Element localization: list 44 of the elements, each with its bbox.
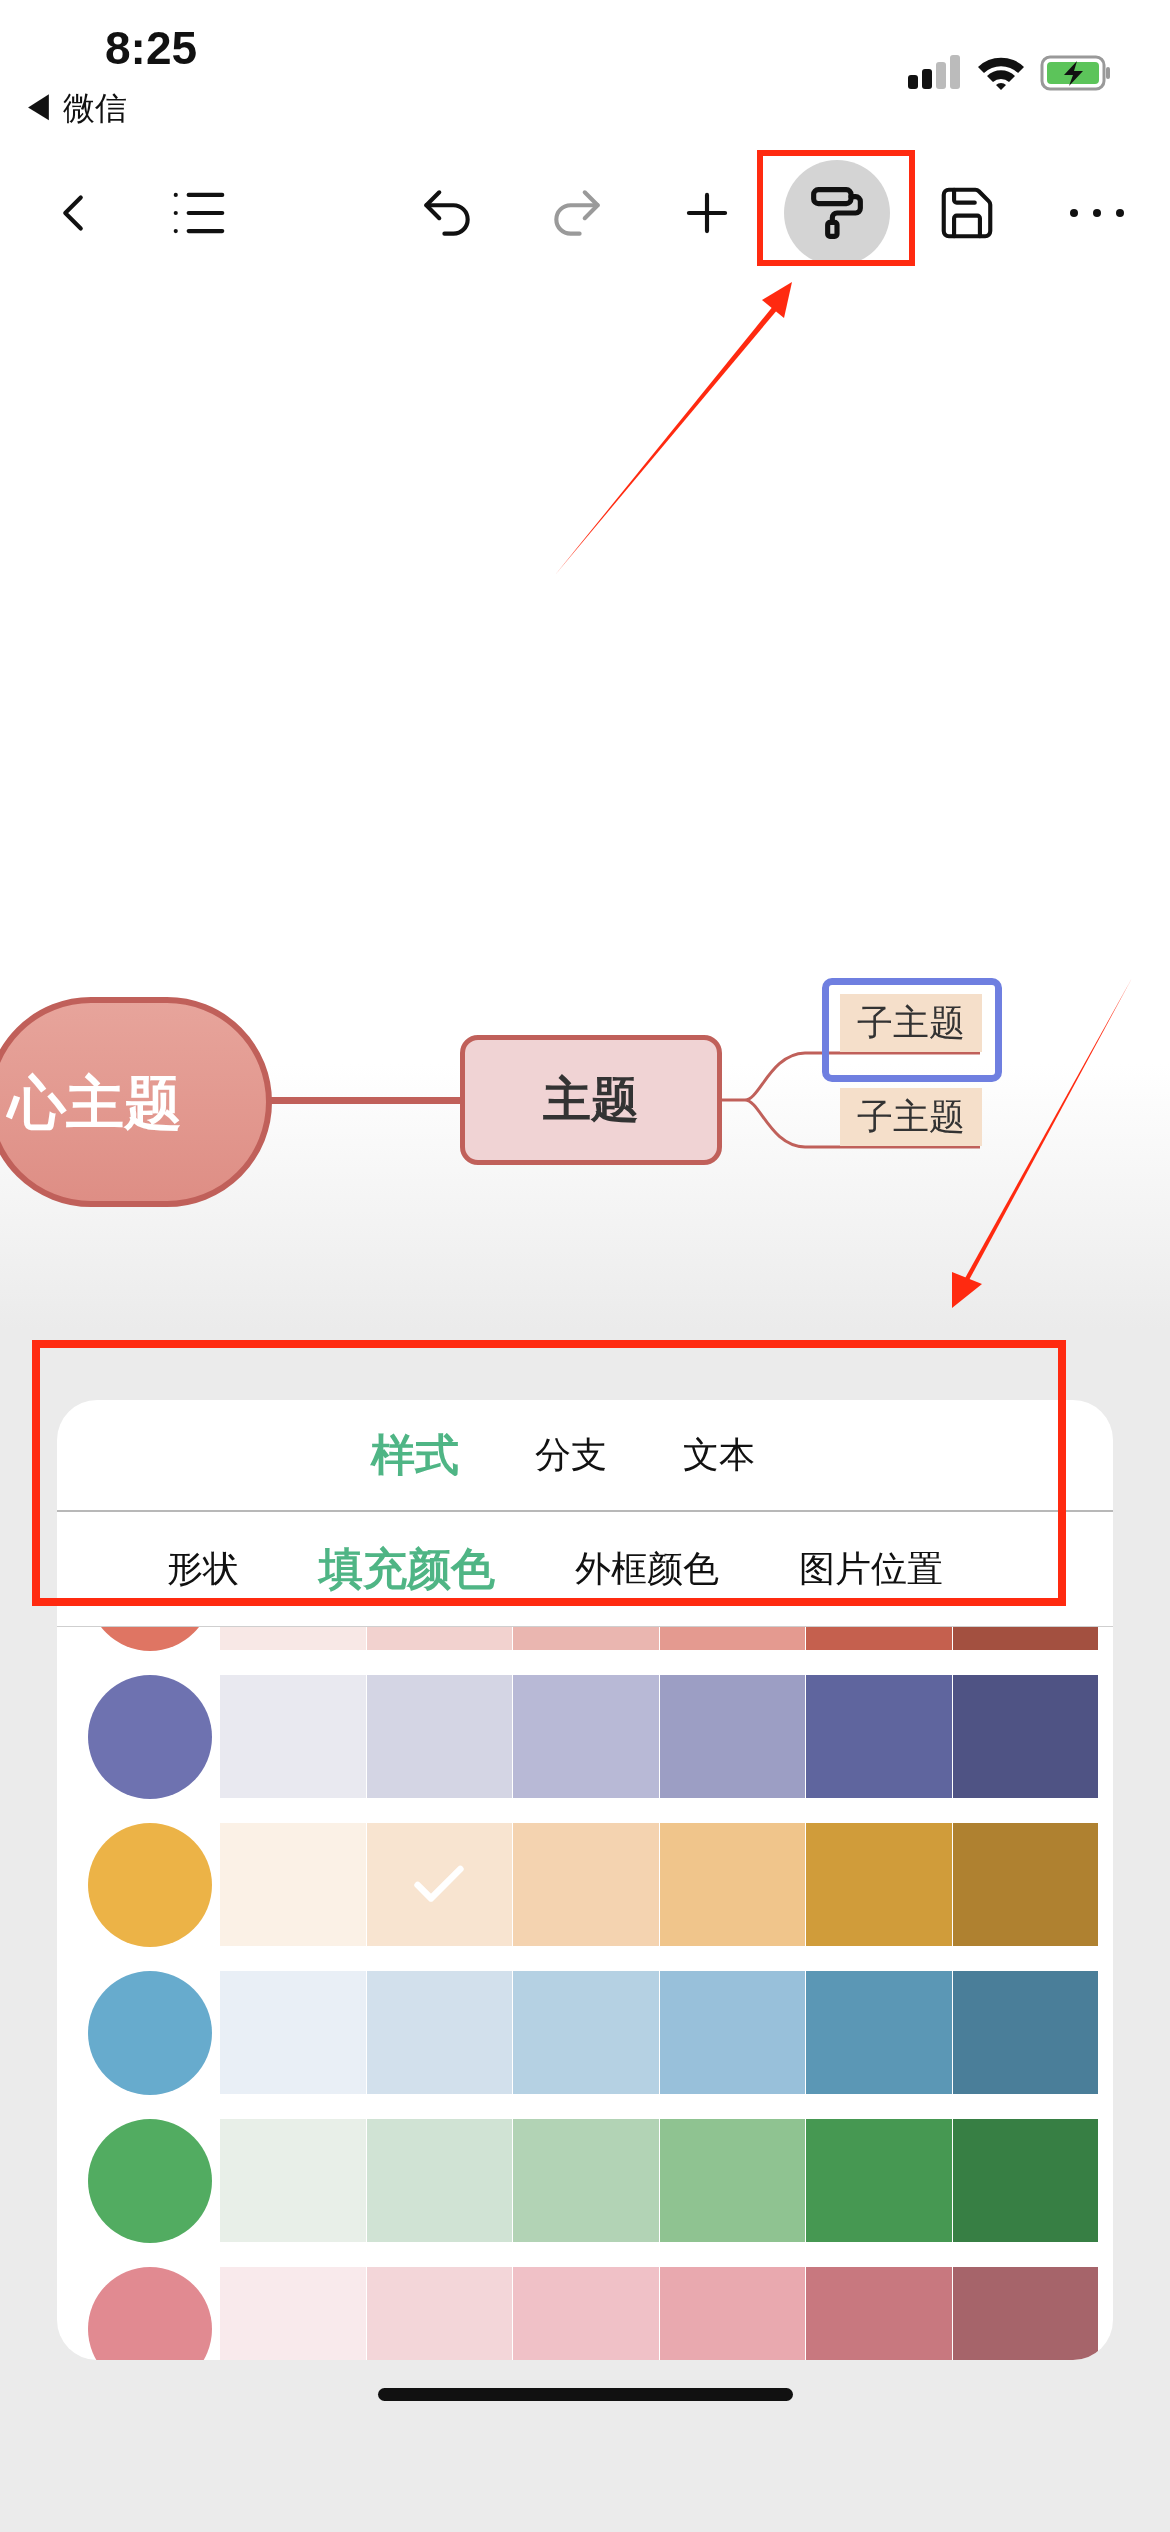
color-swatch[interactable]	[513, 1823, 659, 1946]
color-swatch[interactable]	[659, 1823, 805, 1946]
color-swatch[interactable]	[806, 1675, 952, 1798]
color-swatch[interactable]	[220, 1823, 366, 1946]
color-swatch[interactable]	[806, 1971, 952, 2094]
panel-tab[interactable]: 文本	[683, 1428, 755, 1482]
color-swatch[interactable]	[952, 1675, 1098, 1798]
color-swatch[interactable]	[952, 2267, 1098, 2360]
color-swatch[interactable]	[220, 1971, 366, 2094]
color-swatch[interactable]	[366, 1823, 512, 1946]
color-swatch[interactable]	[220, 2119, 366, 2242]
paint-roller-icon	[809, 185, 865, 241]
color-swatch[interactable]	[659, 1971, 805, 2094]
color-swatch[interactable]	[659, 1675, 805, 1798]
panel-subtab[interactable]: 外框颜色	[575, 1542, 719, 1596]
color-swatch[interactable]	[513, 1971, 659, 2094]
color-swatch[interactable]	[806, 2119, 952, 2242]
color-swatch[interactable]	[366, 1675, 512, 1798]
color-swatch[interactable]	[659, 2267, 805, 2360]
panel-subtab[interactable]: 形状	[167, 1542, 239, 1596]
color-swatch[interactable]	[366, 1971, 512, 2094]
back-to-app-link[interactable]: ◀ 微信	[22, 92, 127, 124]
signal-icon	[908, 55, 962, 91]
color-swatch[interactable]	[952, 2119, 1098, 2242]
color-swatch[interactable]	[513, 2119, 659, 2242]
status-time: 8:25	[105, 25, 198, 71]
panel-subtab[interactable]: 图片位置	[799, 1542, 943, 1596]
color-swatch[interactable]	[806, 1823, 952, 1946]
color-swatch[interactable]	[952, 1971, 1098, 2094]
color-swatch[interactable]	[220, 1675, 366, 1798]
wifi-icon	[976, 55, 1026, 91]
more-icon	[1069, 208, 1125, 218]
panel-tab[interactable]: 分支	[535, 1428, 607, 1482]
color-swatch[interactable]	[366, 2119, 512, 2242]
color-swatch[interactable]	[952, 1823, 1098, 1946]
battery-icon	[1040, 55, 1112, 91]
color-swatch[interactable]	[513, 1675, 659, 1798]
color-swatch[interactable]	[806, 2267, 952, 2360]
topic-node[interactable]: 主题	[460, 1035, 722, 1165]
subtopic-node[interactable]: 子主题	[822, 978, 1002, 1082]
color-swatch[interactable]	[220, 2267, 366, 2360]
color-swatch[interactable]	[659, 2119, 805, 2242]
color-swatch[interactable]	[513, 2267, 659, 2360]
color-swatch[interactable]	[366, 2267, 512, 2360]
